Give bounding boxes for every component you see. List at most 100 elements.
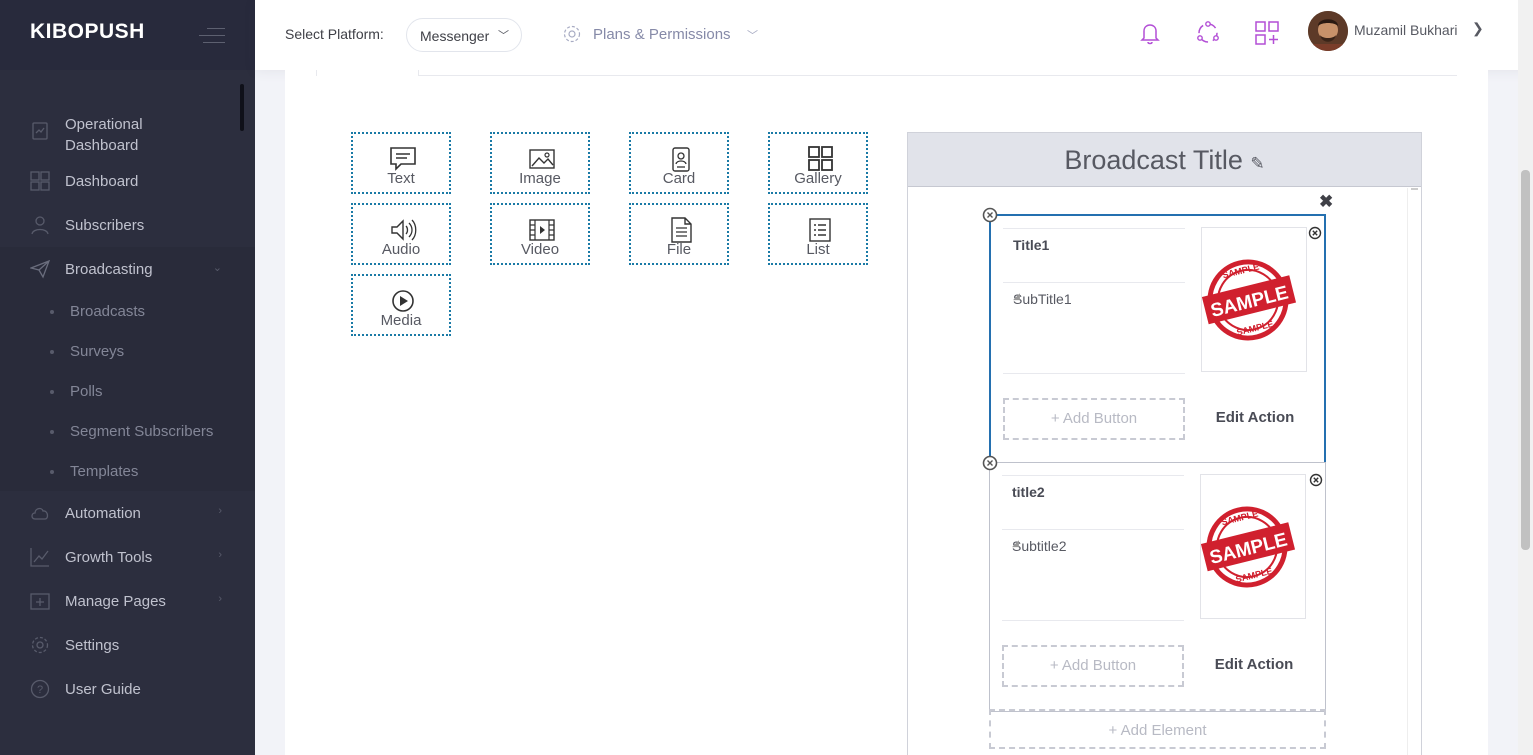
chevron-down-icon: ⌄ (212, 262, 222, 274)
sidebar-item-label: Broadcasting (65, 261, 153, 278)
submenu-item-surveys[interactable]: Surveys (0, 331, 255, 371)
component-label: Audio (381, 241, 421, 258)
file-icon (671, 217, 692, 243)
gallery-card[interactable]: Title1 SubTitle1 ◢ SAMPLE SAMPLE SAMPLE +… (989, 214, 1326, 464)
page-scrollbar[interactable] (1518, 0, 1533, 755)
broadcast-title[interactable]: Broadcast Title (1064, 145, 1243, 175)
component-text[interactable]: Text (351, 132, 451, 194)
image-icon (529, 149, 555, 169)
gallery-card[interactable]: title2 Subtitle2 ◢ SAMPLE SAMPLE SAMPLE +… (989, 462, 1326, 712)
chevron-down-icon[interactable]: ❯ (1472, 20, 1484, 37)
sidebar: KIBOPUSH Operational Dashboard Dashboard… (0, 0, 255, 755)
sidebar-item-label: Operational Dashboard (65, 116, 143, 154)
submenu-item-segment-subscribers[interactable]: Segment Subscribers (0, 411, 255, 451)
platform-dropdown[interactable]: Messenger ﹀ (406, 18, 522, 52)
close-icon[interactable]: ✖ (1319, 192, 1333, 212)
component-label: Gallery (794, 170, 842, 187)
submenu-item-templates[interactable]: Templates (0, 451, 255, 491)
tab-border (316, 70, 317, 76)
remove-circle-icon[interactable] (1308, 226, 1322, 240)
card-subtitle-field[interactable]: Subtitle2 ◢ (1002, 533, 1184, 621)
sidebar-item-label: Subscribers (65, 217, 145, 234)
edit-icon[interactable]: ✎ (1250, 154, 1264, 173)
speaker-icon (391, 219, 417, 241)
component-video[interactable]: Video (490, 203, 590, 265)
component-label: Image (519, 170, 561, 187)
sidebar-item-label: Growth Tools (65, 549, 153, 566)
chevron-right-icon: › (218, 505, 222, 517)
sidebar-item-broadcasting[interactable]: Broadcasting ⌄ (0, 247, 255, 291)
sidebar-toggle-icon[interactable] (199, 28, 225, 44)
chevron-down-icon: ﹀ (747, 30, 758, 42)
submenu-label: Broadcasts (70, 303, 146, 320)
bell-icon[interactable] (1137, 20, 1163, 46)
submenu-item-broadcasts[interactable]: Broadcasts (0, 291, 255, 331)
sidebar-item-dashboard[interactable]: Dashboard (0, 159, 255, 203)
component-label: List (806, 241, 830, 258)
resize-grip-icon[interactable]: ◢ (1012, 538, 1182, 618)
sidebar-item-automation[interactable]: Automation › (0, 491, 255, 535)
card-subtitle-field[interactable]: SubTitle1 ◢ (1003, 286, 1185, 374)
sidebar-item-label: Manage Pages (65, 593, 166, 610)
component-image[interactable]: Image (490, 132, 590, 194)
card-image[interactable]: SAMPLE SAMPLE SAMPLE (1201, 227, 1307, 372)
sidebar-item-label: Automation (65, 505, 141, 522)
sidebar-item-label: Settings (65, 637, 120, 654)
component-media[interactable]: Media (351, 274, 451, 336)
sidebar-item-user-guide[interactable]: ? User Guide (0, 667, 255, 711)
avatar[interactable] (1308, 11, 1348, 51)
card-title-field[interactable]: Title1 (1003, 228, 1185, 283)
user-name[interactable]: Muzamil Bukhari (1354, 22, 1457, 38)
submenu-label: Templates (70, 463, 139, 480)
film-icon (529, 219, 555, 241)
sidebar-item-growth-tools[interactable]: Growth Tools › (0, 535, 255, 579)
broadcast-preview-panel: Broadcast Title ✎ ✖ Title1 SubTitle1 ◢ SA… (907, 132, 1422, 755)
edit-action-link[interactable]: Edit Action (1201, 409, 1309, 426)
component-file[interactable]: File (629, 203, 729, 265)
select-platform-label: Select Platform: (285, 26, 384, 42)
line-chart-icon (30, 548, 49, 567)
gear-icon (563, 25, 581, 43)
card-title-field[interactable]: title2 (1002, 475, 1184, 530)
card-image[interactable]: SAMPLE SAMPLE SAMPLE (1200, 474, 1306, 619)
submenu-item-polls[interactable]: Polls (0, 371, 255, 411)
sidebar-item-operational-dashboard[interactable]: Operational Dashboard (0, 108, 255, 154)
top-header: Select Platform: Messenger ﹀ Plans & Per… (255, 0, 1533, 70)
add-button[interactable]: + Add Button (1002, 645, 1184, 687)
main-content: Text Image Card Gallery Audio Video File… (285, 70, 1488, 755)
apps-grid-icon[interactable] (1254, 20, 1280, 46)
platform-value: Messenger (420, 28, 490, 44)
resize-grip-icon[interactable]: ◢ (1013, 291, 1183, 371)
component-card[interactable]: Card (629, 132, 729, 194)
tab-divider (418, 75, 1457, 76)
remove-circle-icon[interactable] (1309, 473, 1323, 487)
brand-logo[interactable]: KIBOPUSH (30, 20, 145, 44)
preview-scrollbar[interactable] (1407, 188, 1421, 755)
add-button[interactable]: + Add Button (1003, 398, 1185, 440)
paper-plane-icon (30, 259, 50, 279)
component-gallery[interactable]: Gallery (768, 132, 868, 194)
network-icon[interactable] (1195, 20, 1221, 46)
submenu-label: Segment Subscribers (70, 423, 214, 440)
component-audio[interactable]: Audio (351, 203, 451, 265)
remove-card-icon[interactable] (982, 207, 998, 223)
sidebar-item-manage-pages[interactable]: Manage Pages › (0, 579, 255, 623)
sidebar-item-label: Dashboard (65, 173, 139, 190)
submenu-label: Polls (70, 383, 103, 400)
page-scrollbar-thumb[interactable] (1521, 170, 1530, 550)
preview-header: Broadcast Title ✎ (908, 133, 1421, 187)
component-list[interactable]: List (768, 203, 868, 265)
sidebar-item-subscribers[interactable]: Subscribers (0, 203, 255, 247)
remove-card-icon[interactable] (982, 455, 998, 471)
add-element-button[interactable]: + Add Element (989, 709, 1326, 749)
component-label: Text (387, 170, 415, 187)
sidebar-item-settings[interactable]: Settings (0, 623, 255, 667)
card-title: title2 (1012, 484, 1045, 500)
gear-icon (31, 636, 49, 654)
play-circle-icon (392, 290, 414, 312)
message-icon (390, 147, 416, 171)
list-icon (809, 218, 831, 242)
component-label: File (666, 241, 692, 258)
question-icon: ? (30, 679, 50, 699)
edit-action-link[interactable]: Edit Action (1200, 656, 1308, 673)
